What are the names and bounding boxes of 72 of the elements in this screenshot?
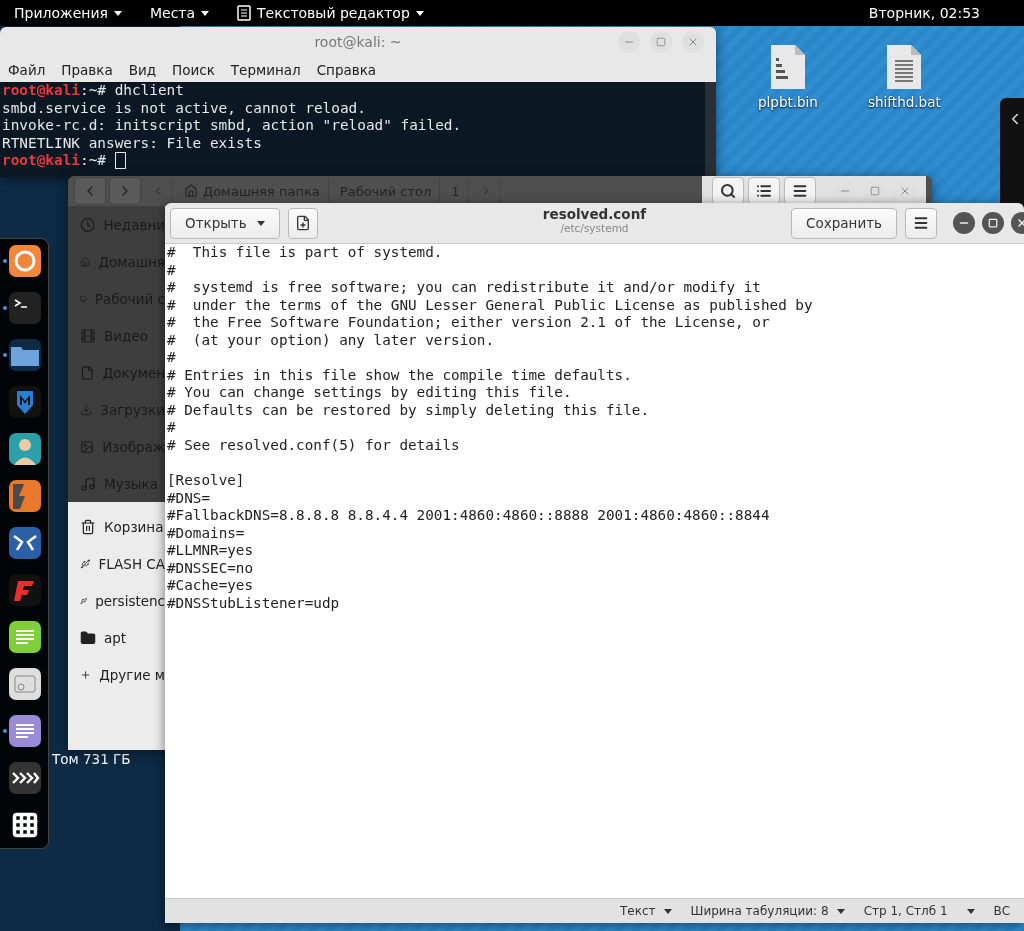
- status-item[interactable]: Текст: [620, 904, 672, 918]
- square-icon: [656, 37, 666, 47]
- shield-app-icon[interactable]: [8, 385, 42, 419]
- clock[interactable]: Вторник, 02:53: [868, 5, 980, 21]
- music-note-icon: [80, 475, 96, 492]
- terminal-line: invoke-rc.d: initscript smbd, action "reload" failed.: [2, 117, 463, 135]
- files-app-icon[interactable]: [8, 338, 42, 372]
- text-content[interactable]: # This file is part of systemd. # # systemd is free software; you can redistribute it and/or modify it # under the terms of the GNU Lesser General Public License as published by # the Free Software Foundation; either version 2.1 of the License, or # (at your option) any later version. # # Entries in this file show the compile time defaults. # You can change settings by editing this file. # Defaults can be restored by simply deleting this file. # # See resolved.conf(5) for details [Resolve] #DNS= #FallbackDNS=8.8.8.8 8.8.4.4 2001:4860:4860::8888 2001:4860:4860::8844 #Domains= #LLMNR=yes #DNSSEC=no #Cache=yes #DNSStubListener=udp: [165, 244, 1024, 898]
- text-file-icon: [886, 44, 923, 90]
- window-title: root@kali: ~: [314, 34, 402, 50]
- file-plus-icon: [294, 215, 311, 231]
- menu-item[interactable]: Вид: [128, 61, 157, 78]
- square-icon: [870, 186, 880, 196]
- flame-app-icon[interactable]: [8, 573, 42, 607]
- square-icon: [988, 218, 998, 228]
- menu-item[interactable]: Правка: [61, 61, 113, 78]
- editor-app-icon[interactable]: [8, 714, 42, 748]
- scrollbar[interactable]: [705, 82, 716, 177]
- terminal-line: RTNETLINK answers: File exists: [2, 134, 263, 152]
- volume-label: Том 731 ГБ: [52, 751, 131, 767]
- menu-item[interactable]: Поиск: [172, 61, 215, 78]
- save-button[interactable]: Сохранить: [791, 207, 897, 239]
- running-indicator: [3, 353, 7, 357]
- terminal-line: smbd.service is not active, cannot reload.: [2, 99, 367, 117]
- status-item: Стр 1, Стлб 1: [863, 904, 948, 918]
- close-icon: [687, 36, 699, 48]
- status-item[interactable]: Ширина табуляции: 8: [690, 904, 845, 918]
- close-icon: [899, 185, 911, 197]
- running-indicator: [3, 306, 7, 310]
- chevrons-app-icon[interactable]: [8, 761, 42, 795]
- maximize-button[interactable]: [982, 212, 1004, 234]
- browser-app-icon[interactable]: [8, 244, 42, 278]
- trash-icon: [80, 518, 96, 535]
- status-item: ВС: [993, 904, 1011, 918]
- search-icon: [720, 183, 736, 199]
- view-button[interactable]: [748, 177, 780, 205]
- list-icon: [756, 183, 772, 199]
- document-title: resolved.conf: [542, 206, 647, 222]
- file-label: shifthd.bat: [868, 94, 941, 110]
- menu-item[interactable]: Файл: [8, 61, 46, 78]
- running-indicator: [3, 729, 7, 733]
- home-icon: [184, 184, 198, 198]
- minimize-button[interactable]: [953, 212, 975, 234]
- menu-icon: [913, 215, 929, 231]
- caret-icon[interactable]: [966, 908, 975, 914]
- open-button[interactable]: Открыть: [170, 207, 280, 239]
- top-bar-menu[interactable]: Места: [149, 5, 210, 21]
- image-icon: [80, 438, 95, 455]
- notes-app-icon[interactable]: [8, 620, 42, 654]
- menu-button[interactable]: [784, 177, 816, 205]
- menu-item[interactable]: Терминал: [230, 61, 301, 78]
- folder-icon: [80, 629, 96, 646]
- bolt-app-icon[interactable]: [8, 479, 42, 513]
- menu-button[interactable]: [905, 207, 937, 239]
- running-indicator: [3, 259, 7, 263]
- binary-file-icon: [769, 44, 806, 90]
- terminal-line: root@kali:~# dhclient: [2, 82, 185, 100]
- menu-item[interactable]: Справка: [316, 61, 377, 78]
- file-label: plpbt.bin: [758, 94, 818, 110]
- top-bar-menu[interactable]: Приложения: [14, 5, 122, 21]
- film-icon: [80, 327, 96, 344]
- document-icon: [80, 364, 95, 381]
- top-bar-menu[interactable]: Текстовый редактор: [237, 5, 424, 21]
- close-button[interactable]: [682, 31, 704, 53]
- notepad-icon: [237, 5, 252, 21]
- avatar-app-icon[interactable]: [8, 432, 42, 466]
- document-path: /etc/systemd: [560, 222, 629, 234]
- menu-icon: [792, 183, 808, 199]
- search-button[interactable]: [712, 177, 744, 205]
- terminal-app-icon[interactable]: [8, 291, 42, 325]
- new-document-button[interactable]: [287, 207, 318, 239]
- clock-icon: [80, 216, 96, 233]
